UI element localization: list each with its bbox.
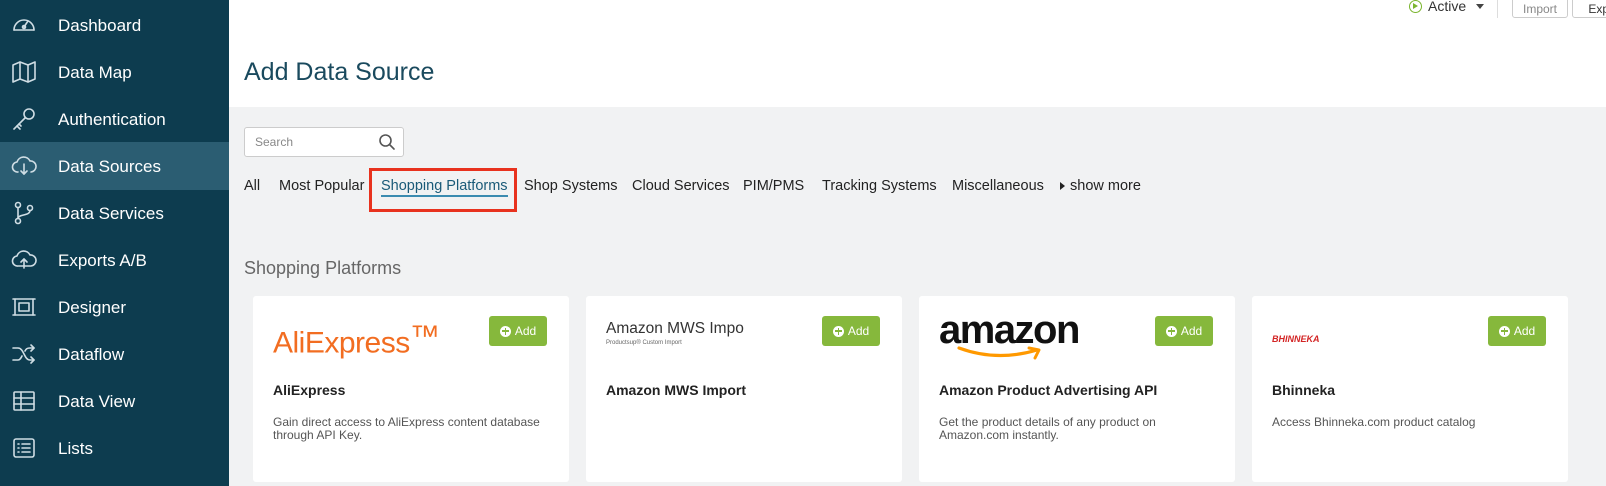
add-label: Add	[1180, 324, 1203, 338]
status-dropdown[interactable]: Active	[1409, 0, 1485, 14]
logo-text: AliExpress	[273, 326, 410, 360]
amazon-logo: amazon	[939, 310, 1080, 368]
map-icon	[11, 60, 37, 84]
sidebar: Dashboard Data Map Authentication Data S…	[0, 0, 229, 486]
sidebar-item-label: Data Map	[58, 63, 132, 82]
sidebar-item-label: Dataflow	[58, 345, 125, 364]
highlight-box	[369, 168, 517, 212]
caret-right-icon	[1060, 182, 1065, 190]
sidebar-item-label: Data Services	[58, 204, 164, 223]
logo-text: Amazon MWS Impo	[606, 320, 744, 337]
gauge-icon	[11, 13, 37, 37]
divider	[1497, 0, 1498, 18]
card-title: Amazon MWS Import	[606, 382, 746, 398]
key-icon	[11, 107, 37, 131]
card-description: Get the product details of any product o…	[939, 415, 1156, 442]
show-more-label: show more	[1070, 178, 1141, 194]
add-button[interactable]: Add	[1488, 316, 1546, 346]
sidebar-item-authentication[interactable]: Authentication	[0, 95, 229, 143]
section-title: Shopping Platforms	[244, 258, 402, 278]
card-description: Gain direct access to AliExpress content…	[273, 415, 540, 442]
sidebar-item-data-view[interactable]: Data View	[0, 377, 229, 425]
sidebar-item-label: Exports A/B	[58, 251, 147, 270]
list-icon	[11, 436, 37, 460]
status-label: Active	[1428, 0, 1467, 14]
plus-circle-icon	[832, 325, 844, 337]
play-circle-icon	[1409, 0, 1422, 13]
sidebar-item-dashboard[interactable]: Dashboard	[0, 1, 229, 49]
sidebar-item-label: Dashboard	[58, 16, 142, 35]
search-icon[interactable]	[378, 133, 396, 151]
add-button[interactable]: Add	[1155, 316, 1213, 346]
plus-circle-icon	[1165, 325, 1177, 337]
add-label: Add	[1513, 324, 1536, 338]
page-header: Active Import Expo Add Data Source	[229, 0, 1606, 107]
search-box	[244, 127, 404, 157]
sidebar-item-designer[interactable]: Designer	[0, 283, 229, 331]
add-button[interactable]: Add	[822, 316, 880, 346]
sidebar-item-data-map[interactable]: Data Map	[0, 48, 229, 96]
logo-text: amazon	[939, 308, 1080, 352]
search-input[interactable]	[245, 128, 365, 156]
sidebar-item-data-sources[interactable]: Data Sources	[0, 142, 229, 190]
sidebar-item-label: Data View	[58, 392, 136, 411]
show-more-toggle[interactable]: show more	[1060, 178, 1141, 194]
add-button[interactable]: Add	[489, 316, 547, 346]
data-source-card: amazon Add Amazon Product Advertising AP…	[919, 296, 1235, 482]
sidebar-item-lists[interactable]: Lists	[0, 424, 229, 472]
plus-circle-icon	[499, 325, 511, 337]
sidebar-item-label: Lists	[58, 439, 93, 458]
caret-down-icon	[1476, 3, 1485, 9]
export-button[interactable]: Expo	[1572, 0, 1606, 18]
cloud-download-icon	[11, 154, 37, 178]
sidebar-item-dataflow[interactable]: Dataflow	[0, 330, 229, 378]
tab-tracking-systems[interactable]: Tracking Systems	[822, 178, 937, 194]
tab-most-popular[interactable]: Most Popular	[279, 178, 364, 194]
data-source-card: Amazon MWS Impo Productsup® Custom Impor…	[586, 296, 902, 482]
card-title: AliExpress	[273, 382, 346, 398]
cloud-upload-icon	[11, 248, 37, 272]
card-title: Amazon Product Advertising API	[939, 382, 1158, 398]
frame-icon	[11, 295, 37, 319]
logo-subtext: Productsup® Custom Import	[606, 340, 682, 346]
data-source-card: AliExpress™ Add AliExpress Gain direct a…	[253, 296, 569, 482]
amazon-mws-logo: Amazon MWS Impo Productsup® Custom Impor…	[606, 320, 744, 346]
sidebar-item-label: Authentication	[58, 110, 166, 129]
data-source-card: BHINNEKA Add Bhinneka Access Bhinneka.co…	[1252, 296, 1568, 482]
table-icon	[11, 389, 37, 413]
sidebar-item-exports-ab[interactable]: Exports A/B	[0, 236, 229, 284]
trademark-mark: ™	[409, 320, 440, 353]
tab-miscellaneous[interactable]: Miscellaneous	[952, 178, 1044, 194]
page-title: Add Data Source	[244, 58, 435, 86]
import-button[interactable]: Import	[1512, 0, 1568, 18]
card-description: Access Bhinneka.com product catalog	[1272, 415, 1476, 429]
logo-text: BHINNEKA	[1272, 334, 1320, 344]
tab-shop-systems[interactable]: Shop Systems	[524, 178, 618, 194]
tab-all[interactable]: All	[244, 178, 260, 194]
tab-cloud-services[interactable]: Cloud Services	[632, 178, 730, 194]
git-branch-icon	[11, 201, 37, 225]
bhinneka-logo: BHINNEKA	[1272, 320, 1320, 344]
tab-pim-pms[interactable]: PIM/PMS	[743, 178, 804, 194]
sidebar-item-label: Designer	[58, 298, 127, 317]
add-label: Add	[514, 324, 537, 338]
plus-circle-icon	[1498, 325, 1510, 337]
aliexpress-logo: AliExpress™	[273, 320, 440, 360]
shuffle-icon	[11, 342, 37, 366]
sidebar-item-data-services[interactable]: Data Services	[0, 189, 229, 237]
card-title: Bhinneka	[1272, 382, 1336, 398]
add-label: Add	[847, 324, 870, 338]
sidebar-item-label: Data Sources	[58, 157, 161, 176]
